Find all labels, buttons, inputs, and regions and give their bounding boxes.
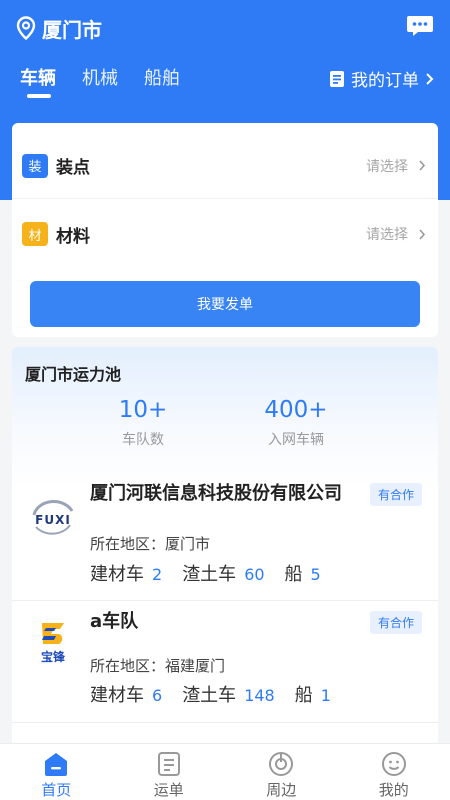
pool-title: 厦门市运力池 bbox=[25, 365, 122, 384]
count-value: 2 bbox=[152, 565, 163, 584]
location-pin-icon bbox=[16, 16, 36, 40]
material-label: 材料 bbox=[56, 226, 90, 247]
tab-waybill[interactable]: 运单 bbox=[113, 744, 226, 800]
count-value: 6 bbox=[152, 686, 163, 705]
vehicle-count-stat: 400+ 入网车辆 bbox=[226, 397, 366, 449]
material-badge: 材 bbox=[22, 222, 48, 246]
tab-profile-label: 我的 bbox=[378, 781, 409, 799]
material-row[interactable]: 材 材料 请选择 bbox=[12, 201, 438, 267]
message-icon[interactable] bbox=[406, 14, 434, 38]
tab-nearby[interactable]: 周边 bbox=[225, 744, 338, 800]
load-point-badge: 装 bbox=[22, 153, 48, 178]
vehicle-counts: 建材车 6 渣土车 148 船 1 bbox=[90, 681, 351, 707]
submit-order-button[interactable]: 我要发单 bbox=[30, 281, 420, 327]
profile-icon bbox=[381, 752, 406, 776]
load-point-hint: 请选择 bbox=[366, 158, 408, 175]
tab-home[interactable]: 首页 bbox=[0, 744, 113, 800]
tab-nearby-label: 周边 bbox=[266, 781, 297, 799]
cooperation-tag: 有合作 bbox=[369, 611, 422, 634]
load-point-label: 装点 bbox=[56, 158, 90, 178]
tab-machinery[interactable]: 机械 bbox=[82, 64, 118, 98]
baofeng-logo-icon: 宝锋 bbox=[41, 623, 66, 664]
city-selector[interactable]: 厦门市 bbox=[16, 14, 102, 42]
category-tabs: 车辆 机械 船舶 bbox=[20, 64, 180, 98]
tab-ships[interactable]: 船舶 bbox=[144, 64, 180, 98]
bottom-tab-bar: 首页 运单 周边 我的 bbox=[0, 743, 450, 800]
chevron-right-icon bbox=[419, 228, 426, 240]
tab-home-label: 首页 bbox=[41, 781, 72, 799]
count-label: 船 bbox=[284, 564, 303, 585]
chevron-right-icon bbox=[426, 72, 434, 85]
count-value: 1 bbox=[320, 686, 331, 705]
fleet-count-stat: 10+ 车队数 bbox=[73, 397, 213, 449]
home-icon bbox=[45, 753, 68, 776]
fleet-count-value: 10+ bbox=[118, 397, 168, 423]
vehicle-count-value: 400+ bbox=[264, 397, 328, 423]
company-region: 所在地区：福建厦门 bbox=[90, 657, 226, 675]
company-logo: 宝锋 bbox=[26, 621, 80, 667]
logo-text: FUXI bbox=[35, 513, 71, 527]
my-orders-label: 我的订单 bbox=[351, 71, 419, 91]
company-name: a车队 bbox=[90, 611, 139, 632]
tab-waybill-label: 运单 bbox=[153, 781, 184, 799]
vehicle-count-label: 入网车辆 bbox=[268, 432, 324, 448]
fleet-count-label: 车队数 bbox=[122, 432, 164, 448]
company-name: 厦门河联信息科技股份有限公司 bbox=[90, 483, 342, 504]
material-hint: 请选择 bbox=[366, 227, 408, 243]
count-label: 船 bbox=[294, 685, 313, 706]
count-value: 60 bbox=[244, 565, 265, 584]
count-label: 渣土车 bbox=[182, 685, 237, 706]
count-value: 5 bbox=[310, 565, 321, 584]
count-label: 建材车 bbox=[90, 685, 144, 706]
count-label: 渣土车 bbox=[182, 564, 237, 585]
vehicle-counts: 建材车 2 渣土车 60 船 5 bbox=[90, 560, 341, 586]
cooperation-tag: 有合作 bbox=[369, 483, 422, 506]
my-orders-link[interactable]: 我的订单 bbox=[329, 66, 434, 91]
logo-text: 宝锋 bbox=[41, 649, 66, 664]
order-doc-icon bbox=[330, 70, 344, 87]
company-item[interactable]: FUXI 厦门河联信息科技股份有限公司 有合作 所在地区：厦门市 建材车 2 渣… bbox=[12, 483, 438, 601]
tab-vehicles[interactable]: 车辆 bbox=[20, 64, 56, 98]
fuxi-logo-icon: FUXI bbox=[32, 500, 74, 535]
nearby-icon bbox=[269, 752, 294, 776]
waybill-icon bbox=[157, 752, 180, 776]
company-item[interactable]: 宝锋 a车队 有合作 所在地区：福建厦门 建材车 6 渣土车 148 船 1 bbox=[12, 605, 438, 723]
city-name: 厦门市 bbox=[42, 17, 102, 42]
count-value: 148 bbox=[244, 686, 275, 705]
tab-profile[interactable]: 我的 bbox=[338, 744, 450, 800]
load-point-row[interactable]: 装 装点 请选择 bbox=[12, 133, 438, 199]
capacity-pool-card: 厦门市运力池 10+ 车队数 400+ 入网车辆 FUXI 厦门河联信息科技股份… bbox=[12, 347, 438, 747]
company-region: 所在地区：厦门市 bbox=[90, 535, 211, 553]
order-form-card: 装 装点 请选择 材 材料 请选择 我要发单 bbox=[12, 123, 438, 337]
chevron-right-icon bbox=[419, 160, 426, 171]
company-logo: FUXI bbox=[26, 495, 80, 541]
count-label: 建材车 bbox=[90, 564, 144, 585]
